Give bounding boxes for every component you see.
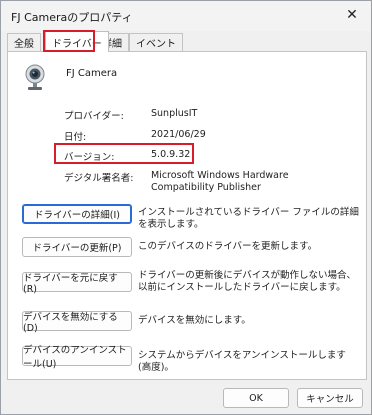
- window-title: FJ Cameraのプロパティ: [11, 11, 133, 24]
- uninstall-device-desc: システムからデバイスをアンインストールします (高度)。: [138, 350, 346, 373]
- rollback-driver-button[interactable]: ドライバーを元に戻す(R): [22, 272, 132, 295]
- driver-details-desc: インストールされているドライバー ファイルの詳細を表示します。: [138, 207, 359, 230]
- disable-device-desc: デバイスを無効にします。: [138, 315, 251, 326]
- date-label: 日付:: [64, 132, 87, 143]
- close-icon[interactable]: ✕: [333, 1, 371, 29]
- ok-button[interactable]: OK: [223, 388, 289, 408]
- disable-device-button[interactable]: デバイスを無効にする(D): [22, 311, 132, 334]
- tab-driver[interactable]: ドライバー: [45, 31, 109, 52]
- update-driver-desc: このデバイスのドライバーを更新します。: [138, 241, 318, 252]
- tab-label: イベント: [136, 39, 176, 50]
- device-name: FJ Camera: [66, 68, 118, 79]
- provider-value: SunplusIT: [151, 108, 198, 119]
- tab-label: ドライバー: [52, 38, 102, 50]
- provider-label: プロバイダー:: [64, 111, 124, 122]
- rollback-driver-desc: ドライバーの更新後にデバイスが動作しない場合、以前にインストールしたドライバーに…: [138, 270, 357, 293]
- tab-events[interactable]: イベント: [129, 33, 183, 51]
- webcam-icon: [25, 64, 45, 90]
- version-label: バージョン:: [64, 152, 115, 163]
- driver-details-button[interactable]: ドライバーの詳細(I): [22, 204, 132, 224]
- date-value: 2021/06/29: [151, 129, 206, 140]
- driver-panel: FJ Camera プロバイダー: SunplusIT 日付: 2021/06/…: [7, 51, 367, 380]
- properties-dialog: FJ Cameraのプロパティ ✕ 全般 ドライバー 詳細 イベント FJ Ca…: [0, 0, 372, 415]
- tab-general[interactable]: 全般: [7, 33, 41, 51]
- title-bar[interactable]: FJ Cameraのプロパティ ✕: [1, 1, 371, 31]
- tab-strip: 全般 ドライバー 詳細 イベント: [7, 31, 367, 52]
- version-value: 5.0.9.32: [151, 149, 191, 160]
- tab-label: 全般: [14, 39, 34, 50]
- update-driver-button[interactable]: ドライバーの更新(P): [22, 237, 132, 257]
- signer-label: デジタル署名者:: [64, 173, 134, 184]
- signer-value: Microsoft Windows Hardware Compatibility…: [151, 170, 289, 193]
- cancel-button[interactable]: キャンセル: [297, 388, 363, 408]
- uninstall-device-button[interactable]: デバイスのアンインストール(U): [22, 345, 132, 370]
